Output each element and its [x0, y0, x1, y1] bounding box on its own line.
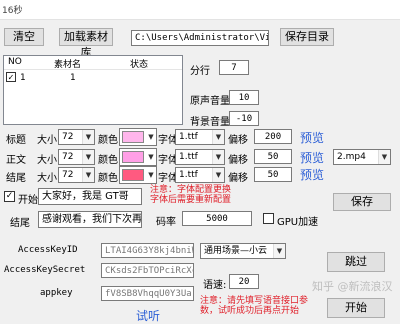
load-library-button[interactable]: 加载素材库 [59, 28, 113, 59]
body-color-picker[interactable]: ▼ [119, 148, 157, 166]
chevron-down-icon: ▼ [82, 130, 94, 144]
title-size-label: 大小 [37, 135, 57, 146]
column-status[interactable]: 状态 [130, 57, 148, 70]
chevron-down-icon: ▼ [212, 130, 224, 144]
chevron-down-icon: ▼ [82, 168, 94, 182]
bitrate-field[interactable]: 5000 [182, 211, 252, 226]
title-row-label: 标题 [6, 135, 26, 146]
ending-offset-field[interactable]: 50 [254, 167, 292, 182]
row-checkbox[interactable]: ✓ [6, 72, 16, 82]
title-font-select[interactable]: 1.ttf ▼ [175, 129, 225, 145]
original-volume-field[interactable]: 10 [229, 90, 259, 105]
row-no: 1 [20, 73, 26, 83]
body-font-select[interactable]: 1.ttf ▼ [175, 149, 225, 165]
column-no[interactable]: NO [8, 57, 22, 67]
chevron-down-icon: ▼ [378, 150, 390, 164]
scene-select[interactable]: 通用场景—小云 ▼ [200, 243, 286, 259]
title-color-label: 颜色 [98, 135, 118, 146]
lines-field[interactable]: 7 [219, 60, 249, 75]
body-color-label: 颜色 [98, 155, 118, 166]
background-volume-field[interactable]: -10 [229, 111, 259, 126]
lines-label: 分行 [190, 66, 210, 77]
access-key-secret-label: AccessKeySecret [4, 265, 86, 275]
speed-field[interactable]: 20 [229, 274, 259, 289]
ending-size-label: 大小 [37, 173, 57, 184]
title-size-select[interactable]: 72 ▼ [58, 129, 95, 145]
body-size-label: 大小 [37, 155, 57, 166]
speed-label: 语速: [203, 280, 227, 291]
chevron-down-icon: ▼ [148, 153, 154, 161]
chevron-down-icon: ▼ [212, 168, 224, 182]
start-checkbox-label: 开始 [18, 195, 38, 206]
save-button[interactable]: 保存 [333, 193, 391, 211]
body-size-select[interactable]: 72 ▼ [58, 149, 95, 165]
ending-row-label: 结尾 [6, 173, 26, 184]
appkey-label: appkey [40, 288, 73, 298]
gpu-checkbox-label: GPU加速 [277, 217, 319, 228]
title-color-picker[interactable]: ▼ [119, 128, 157, 146]
ending-font-select[interactable]: 1.ttf ▼ [175, 167, 225, 183]
chevron-down-icon: ▼ [212, 150, 224, 164]
bitrate-label: 码率 [156, 217, 176, 228]
clear-button[interactable]: 清空 [4, 28, 44, 46]
body-color-swatch [122, 151, 144, 163]
chevron-down-icon: ▼ [148, 171, 154, 179]
start-checkbox[interactable]: ✓ [4, 191, 15, 202]
access-key-id-label: AccessKeyID [18, 245, 78, 255]
watermark: 知乎 @新流浪汉 [312, 280, 393, 293]
skip-button[interactable]: 跳过 [327, 252, 385, 272]
access-key-id-field[interactable]: LTAI4G63Y8kj4bniWfWYC [101, 243, 194, 258]
ending-color-label: 颜色 [98, 173, 118, 184]
body-offset-label: 偏移 [228, 155, 248, 166]
ending-text-field[interactable]: 感谢观看，我们下次再见 [38, 211, 142, 228]
background-volume-label: 背景音量 [190, 117, 230, 128]
title-color-swatch [122, 131, 144, 143]
format-select[interactable]: 2.mp4 ▼ [333, 149, 391, 165]
directory-path-field[interactable]: C:\Users\Administrator\Videos [131, 30, 269, 46]
chevron-down-icon: ▼ [82, 150, 94, 164]
save-directory-button[interactable]: 保存目录 [280, 28, 334, 46]
listen-link[interactable]: 试听 [136, 307, 160, 324]
material-table[interactable]: NO 素材名 状态 ✓ 1 1 [3, 55, 183, 125]
column-name[interactable]: 素材名 [54, 57, 81, 70]
ending-text-label: 结尾 [10, 218, 30, 229]
start-button[interactable]: 开始 [327, 298, 385, 318]
body-preview-link[interactable]: 预览 [300, 149, 324, 166]
ending-preview-link[interactable]: 预览 [300, 166, 324, 183]
start-text-field[interactable]: 大家好，我是 GT哥 [38, 188, 142, 205]
body-row-label: 正文 [6, 155, 26, 166]
row-name: 1 [70, 73, 76, 83]
ending-size-select[interactable]: 72 ▼ [58, 167, 95, 183]
title-offset-label: 偏移 [228, 135, 248, 146]
ending-offset-label: 偏移 [228, 173, 248, 184]
body-offset-field[interactable]: 50 [254, 149, 292, 164]
ending-color-swatch [122, 169, 144, 181]
title-offset-field[interactable]: 200 [254, 129, 292, 144]
ending-color-picker[interactable]: ▼ [119, 166, 157, 184]
font-config-note: 注意：字体配置更换 字体后需要重新配置 [150, 185, 232, 205]
title-preview-link[interactable]: 预览 [300, 129, 324, 146]
title-bar: 16秒 [0, 0, 400, 20]
original-volume-label: 原声音量 [190, 96, 230, 107]
window-title: 16秒 [2, 6, 23, 16]
appkey-field[interactable]: fV8SB8VhqqU0Y3Ua [101, 286, 194, 301]
chevron-down-icon: ▼ [148, 133, 154, 141]
chevron-down-icon: ▼ [273, 244, 285, 258]
api-params-note: 注意：请先填写语音接口参 数，试听成功后再点开始 [200, 296, 309, 316]
access-key-secret-field[interactable]: CKsds2FbTOPciRcXcJQOZ [101, 263, 194, 278]
table-header: NO 素材名 状态 [4, 56, 182, 70]
gpu-checkbox[interactable] [263, 213, 274, 224]
